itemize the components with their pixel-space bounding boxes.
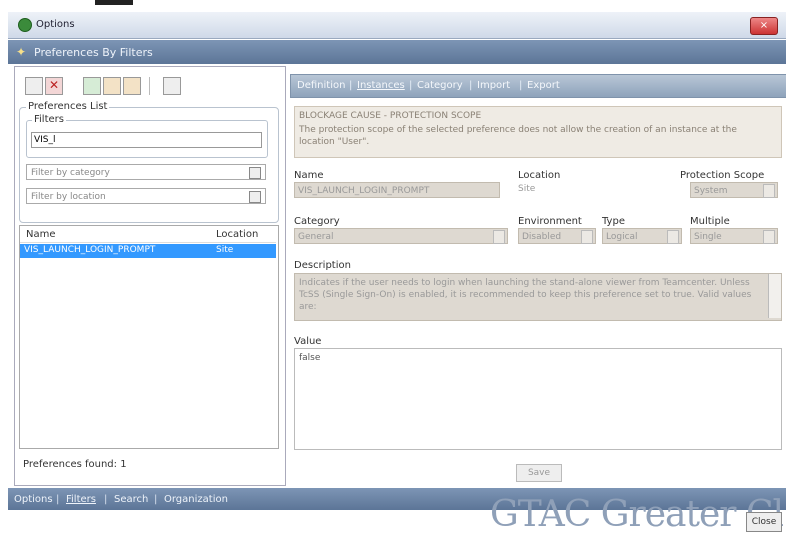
protection-scope-select[interactable]: System — [690, 182, 778, 198]
toolbar-divider — [149, 77, 150, 95]
nav-options[interactable]: Options — [14, 494, 53, 505]
tab-definition[interactable]: Definition — [297, 80, 345, 91]
blockage-warning: BLOCKAGE CAUSE - PROTECTION SCOPE The pr… — [294, 106, 782, 158]
filter-location-placeholder: Filter by location — [31, 192, 106, 202]
protection-scope-label: Protection Scope — [680, 170, 765, 181]
location-value: Site — [518, 184, 536, 194]
category-select[interactable]: General — [294, 228, 508, 244]
tab-export[interactable]: Export — [527, 80, 560, 91]
pin-icon: ✦ — [16, 45, 27, 59]
environment-value: Disabled — [522, 232, 562, 242]
environment-select[interactable]: Disabled — [518, 228, 596, 244]
tab-separator: | — [469, 80, 473, 91]
name-field: VIS_LAUNCH_LOGIN_PROMPT — [294, 182, 500, 198]
description-label: Description — [294, 260, 351, 271]
nav-filters[interactable]: Filters — [66, 494, 96, 505]
options-app-icon — [18, 18, 32, 32]
category-value: General — [298, 232, 334, 242]
dropdown-arrow-icon[interactable] — [763, 230, 775, 244]
title-bar: Options × — [8, 12, 786, 39]
nav-separator: | — [154, 494, 158, 505]
type-value: Logical — [606, 232, 638, 242]
tab-import[interactable]: Import — [477, 80, 510, 91]
window-title: Options — [36, 19, 75, 30]
filter-category-field[interactable]: Filter by category — [26, 164, 266, 180]
close-button[interactable]: Close — [746, 512, 782, 532]
row-location: Site — [216, 245, 234, 255]
description-scrollbar[interactable] — [768, 274, 781, 318]
preferences-list-group: Preferences List Filters Filter by categ… — [19, 101, 279, 223]
filters-label: Filters — [32, 114, 66, 125]
multiple-value: Single — [694, 232, 722, 242]
filter-category-placeholder: Filter by category — [31, 168, 110, 178]
environment-label: Environment — [518, 216, 582, 227]
chart-icon[interactable] — [123, 77, 141, 95]
section-header: ✦ Preferences By Filters — [8, 40, 786, 64]
name-label: Name — [294, 170, 324, 181]
tab-separator: | — [409, 80, 413, 91]
multiple-select[interactable]: Single — [690, 228, 778, 244]
filters-group: Filters — [26, 114, 268, 158]
nav-separator: | — [56, 494, 60, 505]
details-tab-bar: Definition | Instances | Category | Impo… — [290, 74, 786, 98]
nav-organization[interactable]: Organization — [164, 494, 228, 505]
description-text: Indicates if the user needs to login whe… — [299, 278, 752, 312]
value-text: false — [299, 353, 321, 363]
protection-scope-value: System — [694, 186, 728, 196]
value-textarea[interactable]: false — [294, 348, 782, 450]
category-label: Category — [294, 216, 340, 227]
copy-icon[interactable] — [25, 77, 43, 95]
top-mark — [95, 0, 133, 5]
location-picker-icon[interactable] — [249, 191, 261, 203]
dropdown-arrow-icon[interactable] — [581, 230, 593, 244]
import-icon[interactable] — [83, 77, 101, 95]
type-label: Type — [602, 216, 625, 227]
preference-details-panel: Definition | Instances | Category | Impo… — [290, 66, 786, 484]
tab-separator: | — [519, 80, 523, 91]
close-window-button[interactable]: × — [750, 17, 778, 35]
tab-separator: | — [349, 80, 353, 91]
column-name[interactable]: Name — [26, 229, 56, 240]
list-icon[interactable] — [163, 77, 181, 95]
location-label: Location — [518, 170, 561, 181]
preferences-found-count: Preferences found: 1 — [23, 459, 127, 470]
dropdown-arrow-icon[interactable] — [493, 230, 505, 244]
row-name: VIS_LAUNCH_LOGIN_PROMPT — [24, 245, 156, 255]
description-box[interactable]: Indicates if the user needs to login whe… — [294, 273, 782, 321]
multiple-label: Multiple — [690, 216, 730, 227]
dropdown-arrow-icon[interactable] — [763, 184, 775, 198]
export-icon[interactable] — [103, 77, 121, 95]
warning-title: BLOCKAGE CAUSE - PROTECTION SCOPE — [299, 111, 482, 121]
category-picker-icon[interactable] — [249, 167, 261, 179]
value-label: Value — [294, 336, 322, 347]
preferences-panel: ✕ Preferences List Filters Filter by cat… — [14, 66, 286, 486]
table-header: Name Location — [20, 226, 276, 243]
nav-search[interactable]: Search — [114, 494, 148, 505]
top-strip — [0, 0, 786, 12]
dropdown-arrow-icon[interactable] — [667, 230, 679, 244]
filter-location-field[interactable]: Filter by location — [26, 188, 266, 204]
results-table: Name Location VIS_LAUNCH_LOGIN_PROMPT Si… — [19, 225, 279, 449]
filter-name-input[interactable] — [31, 132, 262, 148]
tab-instances[interactable]: Instances — [357, 80, 405, 91]
table-row[interactable]: VIS_LAUNCH_LOGIN_PROMPT Site — [20, 244, 276, 258]
warning-text: The protection scope of the selected pre… — [299, 125, 737, 147]
name-value: VIS_LAUNCH_LOGIN_PROMPT — [298, 186, 430, 196]
nav-separator: | — [104, 494, 108, 505]
save-button[interactable]: Save — [516, 464, 562, 482]
tab-category[interactable]: Category — [417, 80, 463, 91]
type-select[interactable]: Logical — [602, 228, 682, 244]
column-location[interactable]: Location — [216, 229, 258, 240]
section-title: Preferences By Filters — [34, 46, 153, 59]
preferences-list-label: Preferences List — [26, 101, 110, 112]
watermark: GTAC Greater Cl — [490, 494, 784, 535]
delete-icon[interactable]: ✕ — [45, 77, 63, 95]
